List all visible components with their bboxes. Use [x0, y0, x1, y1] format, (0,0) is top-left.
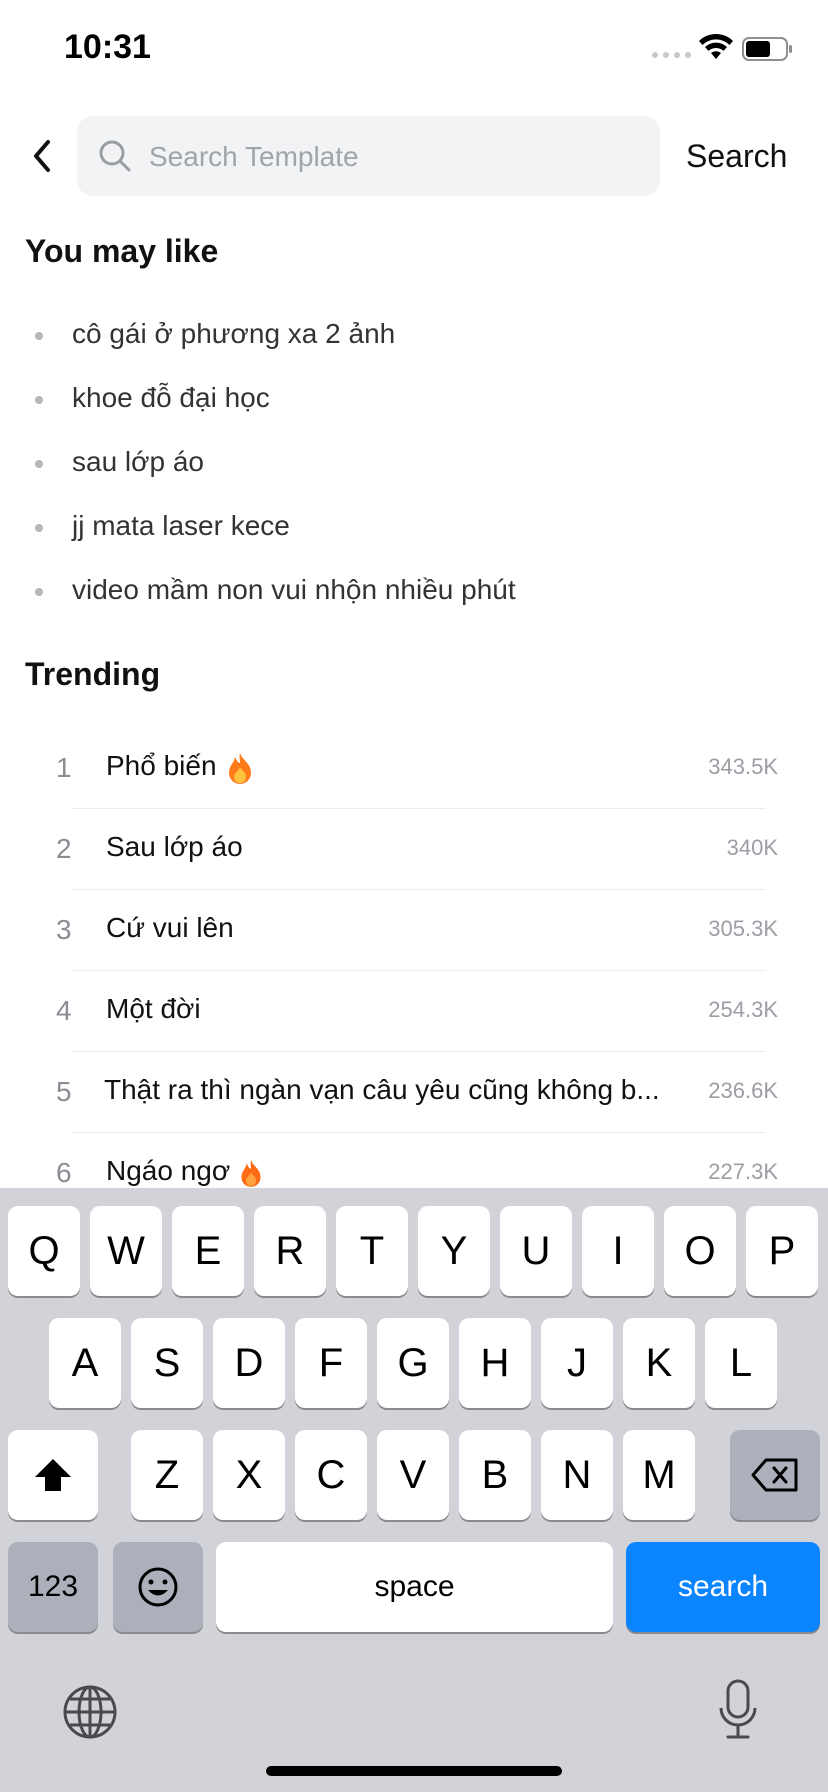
suggestion-item[interactable]: khoe đỗ đại học	[0, 367, 828, 431]
microphone-icon[interactable]	[716, 1678, 760, 1742]
key-i[interactable]: I	[582, 1206, 654, 1296]
key-r[interactable]: R	[254, 1206, 326, 1296]
trending-rank: 4	[56, 995, 72, 1026]
fire-icon	[241, 1159, 261, 1187]
search-button[interactable]: Search	[686, 138, 787, 175]
trending-title: Một đời	[106, 993, 201, 1024]
suggestion-label: video mầm non vui nhộn nhiều phút	[72, 574, 516, 605]
search-box[interactable]	[77, 116, 660, 196]
key-n[interactable]: N	[541, 1430, 613, 1520]
suggestion-item[interactable]: sau lớp áo	[0, 431, 828, 495]
key-t[interactable]: T	[336, 1206, 408, 1296]
key-d[interactable]: D	[213, 1318, 285, 1408]
wifi-icon	[699, 33, 733, 59]
trending-row[interactable]: 2 Sau lớp áo 340K	[0, 809, 828, 890]
trending-rank: 2	[56, 833, 72, 864]
key-u[interactable]: U	[500, 1206, 572, 1296]
cellular-signal-icon	[652, 52, 691, 58]
key-j[interactable]: J	[541, 1318, 613, 1408]
trending-rank: 5	[56, 1076, 72, 1107]
search-input[interactable]	[147, 130, 641, 184]
trending-title: Ngáo ngơ	[106, 1155, 264, 1188]
backspace-icon	[751, 1458, 798, 1492]
trending-row[interactable]: 5 Thật ra thì ngàn vạn câu yêu cũng khôn…	[0, 1052, 828, 1133]
key-s[interactable]: S	[131, 1318, 203, 1408]
search-key[interactable]: search	[626, 1542, 820, 1632]
key-m[interactable]: M	[623, 1430, 695, 1520]
bullet-icon	[35, 332, 43, 340]
key-z[interactable]: Z	[131, 1430, 203, 1520]
key-v[interactable]: V	[377, 1430, 449, 1520]
status-time: 10:31	[64, 28, 151, 66]
trending-count: 254.3K	[708, 997, 778, 1022]
key-e[interactable]: E	[172, 1206, 244, 1296]
trending-title: Phổ biến	[106, 750, 255, 785]
shift-icon	[35, 1459, 71, 1491]
trending-rank: 1	[56, 752, 72, 783]
trending-title: Thật ra thì ngàn vạn câu yêu cũng không …	[104, 1074, 660, 1105]
bullet-icon	[35, 588, 43, 596]
trending-count: 343.5K	[708, 754, 778, 779]
key-o[interactable]: O	[664, 1206, 736, 1296]
suggestion-item[interactable]: video mầm non vui nhộn nhiều phút	[0, 559, 828, 623]
you-may-like-heading: You may like	[25, 233, 219, 269]
key-a[interactable]: A	[49, 1318, 121, 1408]
key-q[interactable]: Q	[8, 1206, 80, 1296]
home-indicator	[266, 1766, 562, 1776]
trending-heading: Trending	[25, 656, 161, 692]
numbers-key[interactable]: 123	[8, 1542, 98, 1632]
key-c[interactable]: C	[295, 1430, 367, 1520]
keyboard: Q W E R T Y U I O P A S D F G H J K L Z …	[0, 1188, 828, 1792]
bullet-icon	[35, 396, 43, 404]
battery-icon	[742, 37, 792, 61]
trending-title: Cứ vui lên	[106, 912, 234, 943]
shift-key[interactable]	[8, 1430, 98, 1520]
key-p[interactable]: P	[746, 1206, 818, 1296]
key-k[interactable]: K	[623, 1318, 695, 1408]
suggestion-item[interactable]: jj mata laser kece	[0, 495, 828, 559]
suggestion-label: sau lớp áo	[72, 446, 205, 477]
key-g[interactable]: G	[377, 1318, 449, 1408]
status-bar: 10:31	[0, 0, 828, 100]
key-w[interactable]: W	[90, 1206, 162, 1296]
trending-count: 236.6K	[708, 1078, 778, 1103]
search-bar-row: Search	[0, 114, 828, 196]
trending-title: Sau lớp áo	[106, 831, 243, 862]
trending-row[interactable]: 4 Một đời 254.3K	[0, 971, 828, 1052]
key-y[interactable]: Y	[418, 1206, 490, 1296]
emoji-icon	[138, 1567, 178, 1607]
key-f[interactable]: F	[295, 1318, 367, 1408]
globe-icon[interactable]	[62, 1684, 118, 1740]
trending-row[interactable]: 3 Cứ vui lên 305.3K	[0, 890, 828, 971]
key-x[interactable]: X	[213, 1430, 285, 1520]
trending-rank: 6	[56, 1157, 72, 1188]
fire-icon	[228, 752, 251, 784]
back-chevron-icon[interactable]	[24, 136, 60, 176]
bullet-icon	[35, 460, 43, 468]
suggestion-label: jj mata laser kece	[72, 510, 290, 541]
key-b[interactable]: B	[459, 1430, 531, 1520]
trending-count: 227.3K	[708, 1159, 778, 1184]
delete-key[interactable]	[730, 1430, 820, 1520]
bullet-icon	[35, 524, 43, 532]
suggestion-label: khoe đỗ đại học	[72, 382, 270, 413]
trending-row[interactable]: 1 Phổ biến 343.5K	[0, 728, 828, 809]
trending-count: 305.3K	[708, 916, 778, 941]
space-key[interactable]: space	[216, 1542, 613, 1632]
key-h[interactable]: H	[459, 1318, 531, 1408]
suggestion-label: cô gái ở phương xa 2 ảnh	[72, 318, 396, 349]
emoji-key[interactable]	[113, 1542, 203, 1632]
trending-rank: 3	[56, 914, 72, 945]
search-icon	[99, 140, 131, 172]
trending-count: 340K	[726, 835, 778, 860]
key-l[interactable]: L	[705, 1318, 777, 1408]
suggestion-item[interactable]: cô gái ở phương xa 2 ảnh	[0, 303, 828, 367]
